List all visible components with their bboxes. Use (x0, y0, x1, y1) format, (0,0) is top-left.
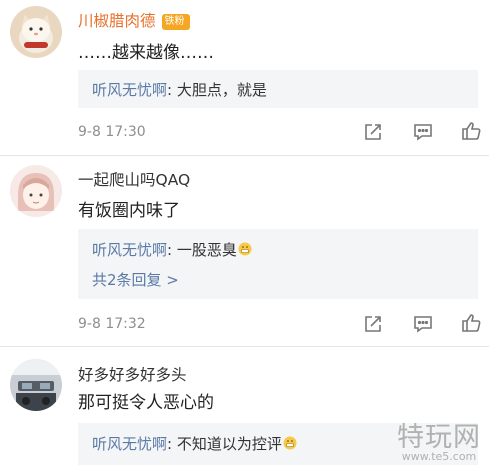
avatar[interactable] (10, 359, 62, 411)
reply-text: : 大胆点，就是 (167, 81, 267, 99)
comment-icon[interactable] (412, 313, 434, 335)
username-text[interactable]: 川椒腊肉德 (78, 12, 156, 30)
comment-text: ……越来越像…… (78, 43, 214, 63)
reply-box[interactable]: 听风无忧啊: 大胆点，就是 (78, 70, 478, 108)
comment-item: 一起爬山吗QAQ 有饭圈内味了 听风无忧啊: 一股恶臭 共2条回复 > 9-8 … (0, 156, 489, 336)
fan-badge-label: 铁粉 (164, 15, 185, 27)
like-icon[interactable] (460, 312, 482, 334)
reply-line: 听风无忧啊: 一股恶臭 (92, 239, 252, 260)
username[interactable]: 好多好多好多头 (78, 363, 187, 385)
watermark-logo-text: 特玩网 (397, 422, 481, 453)
reply-text: : 不知道以为控评 (167, 435, 282, 453)
username[interactable]: 川椒腊肉德 铁粉 (78, 9, 190, 31)
reply-username[interactable]: 听风无忧啊 (92, 435, 167, 453)
more-replies-link[interactable]: 共2条回复 > (92, 269, 179, 290)
watermark: 特玩网 www.te5.com (397, 415, 481, 463)
comment-icon[interactable] (412, 121, 434, 143)
fan-badge: 铁粉 (161, 13, 190, 30)
reply-text: : 一股恶臭 (167, 241, 237, 259)
repost-icon[interactable] (362, 313, 384, 335)
reply-line: 听风无忧啊: 大胆点，就是 (92, 79, 267, 100)
watermark-url: www.te5.com (401, 450, 477, 463)
timestamp: 9-8 17:30 (78, 124, 146, 140)
comment-text: 那可挺令人恶心的 (78, 393, 214, 413)
comment-text: 有饭圈内味了 (78, 201, 180, 221)
like-icon[interactable] (460, 120, 482, 142)
reply-username[interactable]: 听风无忧啊 (92, 241, 167, 259)
reply-box[interactable]: 听风无忧啊: 一股恶臭 共2条回复 > (78, 229, 478, 299)
reply-line: 听风无忧啊: 不知道以为控评 (92, 433, 297, 454)
grimace-emoji-icon (238, 242, 252, 256)
avatar[interactable] (10, 165, 62, 217)
timestamp: 9-8 17:32 (78, 316, 146, 332)
repost-icon[interactable] (362, 121, 384, 143)
reply-username[interactable]: 听风无忧啊 (92, 81, 167, 99)
avatar[interactable] (10, 6, 62, 58)
comment-item: 川椒腊肉德 铁粉 ……越来越像…… 听风无忧啊: 大胆点，就是 9-8 17:30 (0, 0, 489, 162)
username[interactable]: 一起爬山吗QAQ (78, 168, 190, 190)
grimace-emoji-icon (283, 436, 297, 450)
